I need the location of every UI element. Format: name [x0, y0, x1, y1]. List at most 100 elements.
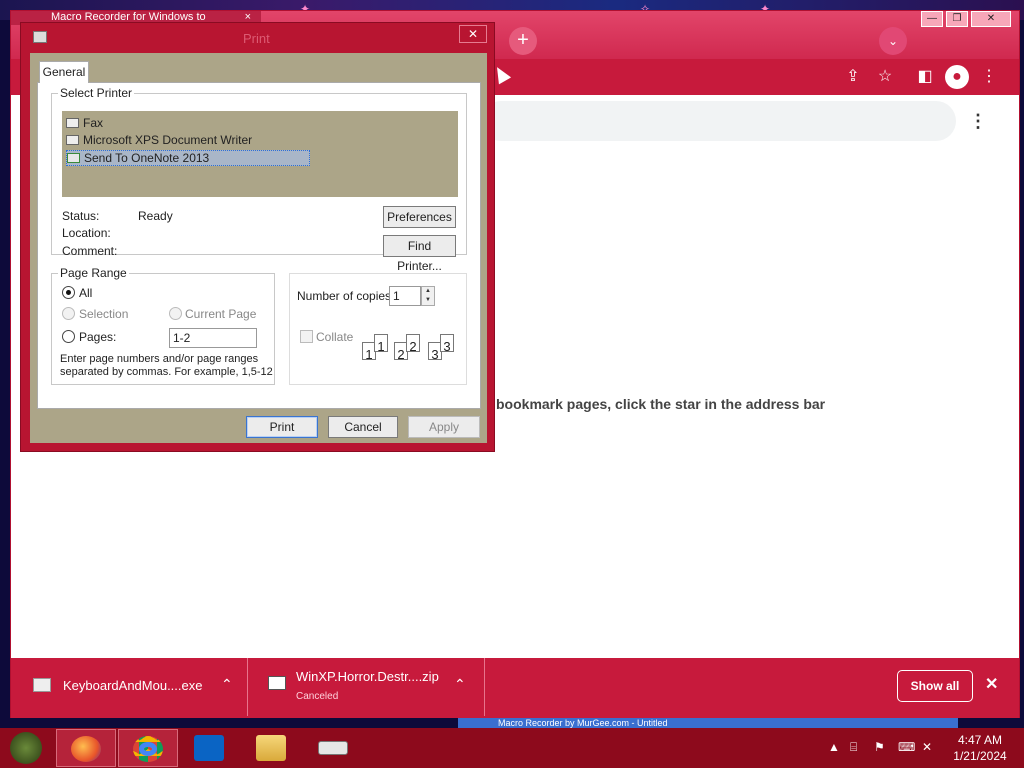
preferences-button[interactable]: Preferences	[383, 206, 456, 228]
printer-list[interactable]: Fax Microsoft XPS Document Writer Send T…	[62, 111, 458, 197]
copies-label: Number of copies:	[297, 289, 395, 303]
flag-icon[interactable]: ⚑	[874, 740, 885, 754]
apply-button[interactable]: Apply	[408, 416, 480, 438]
dialog-title: Print	[243, 31, 270, 46]
dialog-titlebar: Print ✕	[21, 23, 494, 53]
copies-group: Number of copies: 1 ▲ ▼ Collate 1 1 2 2 …	[289, 273, 467, 385]
current-page-radio[interactable]	[169, 307, 182, 320]
printer-name: Send To OneNote 2013	[84, 151, 210, 165]
outlook-icon	[194, 735, 224, 761]
minimize-button[interactable]: —	[921, 11, 943, 27]
chrome-icon	[133, 736, 163, 762]
tab-general[interactable]: General	[39, 61, 89, 83]
search-box[interactable]	[481, 101, 956, 141]
page-icon: 2	[406, 334, 420, 354]
window-controls: — ❐ ✕	[921, 11, 1011, 27]
zip-icon	[268, 676, 286, 690]
page-range-label: Page Range	[58, 266, 129, 280]
find-printer-button[interactable]: Find Printer...	[383, 235, 456, 273]
share-icon[interactable]: ⇪	[841, 65, 865, 89]
bookmark-hint-text: bookmark pages, click the star in the ad…	[496, 396, 826, 412]
menu-icon[interactable]: ⋮	[977, 65, 1001, 89]
download-status: Canceled	[296, 691, 339, 702]
printer-icon	[33, 31, 47, 43]
taskbar-chrome[interactable]	[118, 729, 178, 767]
taskbar-firefox[interactable]	[56, 729, 116, 767]
ntp-menu-icon[interactable]: ⋮	[969, 111, 987, 131]
selection-radio[interactable]	[62, 307, 75, 320]
network-icon[interactable]: ⌸	[850, 740, 857, 755]
printer-item-fax[interactable]: Fax	[66, 116, 103, 132]
star-icon[interactable]: ☆	[873, 65, 897, 89]
pages-input[interactable]: 1-2	[169, 328, 257, 348]
page-icon: 1	[374, 334, 388, 354]
keyboard-icon	[318, 741, 348, 755]
printer-item-onenote[interactable]: Send To OneNote 2013	[66, 150, 310, 166]
downloads-bar: KeyboardAndMou....exe ⌃ WinXP.Horror.Des…	[11, 658, 1019, 718]
file-explorer-icon	[256, 735, 286, 761]
background-window-titlebar[interactable]: Macro Recorder by MurGee.com - Untitled	[458, 718, 958, 728]
page-range-group: Page Range All Selection Current Page Pa…	[51, 266, 275, 385]
printer-icon	[66, 118, 79, 128]
page-icon: 3	[440, 334, 454, 354]
dialog-close-button[interactable]: ✕	[459, 25, 487, 43]
taskbar-outlook[interactable]	[180, 729, 240, 767]
chevron-up-icon[interactable]: ⌃	[454, 676, 466, 693]
system-clock[interactable]: 4:47 AM 1/21/2024	[950, 732, 1010, 764]
current-page-label: Current Page	[185, 307, 257, 321]
clock-date: 1/21/2024	[953, 749, 1007, 763]
comment-label: Comment:	[62, 244, 118, 258]
download-name: KeyboardAndMou....exe	[63, 678, 203, 693]
printer-name: Microsoft XPS Document Writer	[83, 133, 253, 147]
clock-time: 4:47 AM	[957, 733, 1003, 747]
general-tab-panel: Select Printer Fax Microsoft XPS Documen…	[37, 82, 481, 409]
volume-muted-icon[interactable]: ✕	[922, 740, 932, 754]
keyboard-icon	[33, 678, 51, 692]
onenote-printer-icon	[67, 153, 80, 163]
spin-down-icon[interactable]: ▼	[422, 296, 434, 305]
start-button[interactable]	[10, 732, 42, 764]
location-label: Location:	[62, 226, 111, 240]
tab-search-button[interactable]: ⌄	[879, 27, 907, 55]
new-tab-button[interactable]: +	[509, 27, 537, 55]
firefox-icon	[71, 736, 101, 762]
select-printer-label: Select Printer	[58, 86, 135, 100]
connection-icon[interactable]: ⌨	[898, 740, 915, 754]
profile-icon[interactable]: ●	[945, 65, 969, 89]
all-radio[interactable]	[62, 286, 75, 299]
sidepanel-icon[interactable]: ◧	[913, 65, 937, 89]
dialog-body: General Select Printer Fax Microsoft XPS…	[30, 53, 487, 443]
page-range-hint: Enter page numbers and/or page ranges	[60, 353, 259, 365]
pages-radio[interactable]	[62, 330, 75, 343]
page-range-hint: separated by commas. For example, 1,5-12	[60, 366, 273, 378]
taskbar: ▲ ⌸ ⚑ ⌨ ✕ 4:47 AM 1/21/2024	[0, 728, 1024, 768]
tray-overflow-icon[interactable]: ▲	[828, 740, 840, 754]
printer-name: Fax	[83, 116, 104, 130]
print-dialog: Print ✕ General Select Printer Fax Micro…	[20, 22, 495, 452]
copies-spinner[interactable]: ▲ ▼	[421, 286, 435, 306]
printer-icon	[66, 135, 79, 145]
selection-label: Selection	[79, 307, 129, 321]
spin-up-icon[interactable]: ▲	[422, 287, 434, 296]
collate-checkbox[interactable]	[300, 330, 313, 343]
pages-label: Pages:	[79, 330, 117, 344]
all-label: All	[79, 286, 93, 300]
taskbar-file-explorer[interactable]	[242, 729, 302, 767]
taskbar-keyboard-app[interactable]	[304, 729, 364, 767]
close-downloads-icon[interactable]: ✕	[985, 674, 998, 694]
download-item[interactable]: KeyboardAndMou....exe ⌃	[11, 658, 248, 716]
status-label: Status:	[62, 209, 100, 223]
show-all-button[interactable]: Show all	[897, 670, 973, 702]
printer-item-xps[interactable]: Microsoft XPS Document Writer	[66, 133, 252, 149]
copies-input[interactable]: 1	[389, 286, 421, 306]
download-name: WinXP.Horror.Destr....zip	[296, 669, 439, 684]
close-window-button[interactable]: ✕	[971, 11, 1011, 27]
cancel-button[interactable]: Cancel	[328, 416, 398, 438]
download-item[interactable]: WinXP.Horror.Destr....zip Canceled ⌃	[248, 658, 485, 716]
print-button[interactable]: Print	[246, 416, 318, 438]
chevron-up-icon[interactable]: ⌃	[221, 676, 233, 693]
maximize-button[interactable]: ❐	[946, 11, 968, 27]
collate-label: Collate	[316, 330, 354, 344]
select-printer-group: Select Printer Fax Microsoft XPS Documen…	[51, 86, 467, 273]
status-value: Ready	[138, 209, 173, 223]
